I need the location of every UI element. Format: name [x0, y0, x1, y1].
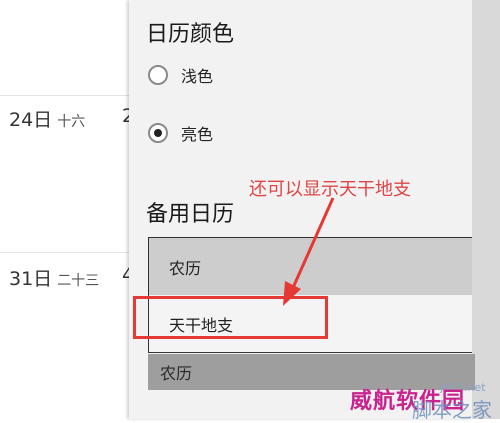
radio-label: 浅色: [181, 67, 214, 86]
calendar-color-title: 日历颜色: [146, 22, 235, 47]
day-number: 31日: [9, 268, 53, 290]
week-divider: [0, 95, 129, 96]
lunar-date: 二十三: [57, 273, 100, 289]
radio-light-color[interactable]: 浅色: [148, 60, 213, 90]
radio-label: 亮色: [181, 125, 214, 144]
annotation-text: 还可以显示天干地支: [249, 179, 411, 200]
week-divider: [0, 252, 129, 253]
calendar-day-cell[interactable]: 31日 二十三: [9, 264, 99, 291]
dropdown-option-ganzhi[interactable]: 天干地支: [149, 295, 473, 352]
dropdown-option-lunar[interactable]: 农历: [149, 238, 473, 295]
radio-bright-color[interactable]: 亮色: [148, 118, 213, 148]
radio-button-checked-icon[interactable]: [148, 123, 168, 143]
background-edge: [472, 0, 500, 419]
alternate-calendar-dropdown-list[interactable]: 农历 天干地支: [148, 237, 474, 353]
calendar-day-cell[interactable]: 24日 十六: [9, 105, 85, 132]
lunar-date: 十六: [57, 114, 86, 130]
alternate-calendar-title: 备用日历: [146, 202, 235, 227]
day-number: 24日: [9, 109, 53, 131]
calendar-month-view: 24日十六 2 31日二十三 4: [0, 0, 134, 419]
radio-button-icon[interactable]: [148, 65, 168, 85]
